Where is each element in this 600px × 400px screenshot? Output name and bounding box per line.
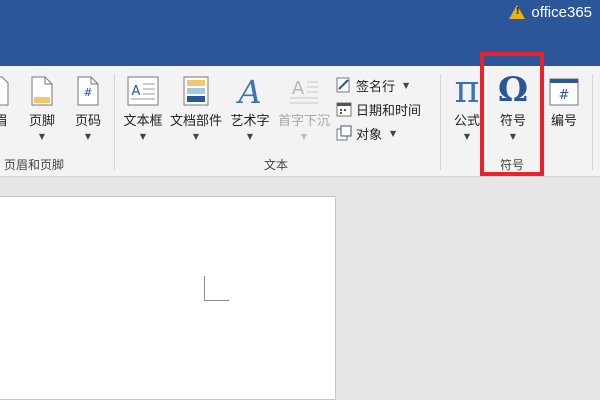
date-time-button[interactable]: 日期和时间	[336, 99, 421, 119]
svg-text:#: #	[83, 86, 92, 99]
svg-text:A: A	[235, 76, 261, 106]
signature-line-label: 签名行	[356, 79, 396, 95]
number-icon: #	[549, 78, 579, 106]
text-group-label: 文本	[264, 158, 289, 172]
brand-label: office365	[531, 3, 592, 21]
object-button[interactable]: 对象 ▼	[336, 123, 396, 143]
document-page[interactable]	[0, 196, 336, 400]
account-area[interactable]: office365	[509, 2, 592, 22]
svg-text:A: A	[132, 84, 141, 99]
object-icon	[336, 125, 352, 141]
number-button[interactable]: # 编号	[544, 78, 584, 129]
footer-icon	[31, 76, 53, 106]
group-separator	[440, 74, 441, 170]
quick-parts-button[interactable]: 文档部件 ▼	[168, 76, 224, 141]
group-separator	[592, 74, 593, 170]
quick-parts-label: 文档部件	[169, 114, 222, 129]
page-number-icon: #	[77, 76, 99, 106]
text-box-icon: A	[127, 76, 159, 106]
drop-cap-icon: A	[290, 78, 318, 104]
header-button[interactable]: 眉	[0, 76, 10, 129]
drop-cap-label: 首字下沉	[277, 114, 330, 129]
chevron-down-icon: ▼	[246, 132, 254, 141]
text-box-button[interactable]: A 文本框 ▼	[120, 76, 166, 141]
footer-label: 页脚	[28, 114, 55, 129]
highlight-box	[480, 52, 544, 176]
chevron-down-icon: ▼	[139, 132, 147, 141]
header-footer-group-label: 页眉和页脚	[4, 158, 65, 172]
chevron-down-icon: ▼	[390, 128, 397, 138]
chevron-down-icon: ▼	[84, 132, 92, 141]
svg-text:π: π	[455, 72, 480, 106]
chevron-down-icon: ▼	[403, 80, 410, 90]
header-label: 眉	[0, 114, 8, 129]
text-box-label: 文本框	[123, 114, 163, 129]
calendar-icon	[336, 102, 352, 117]
quick-parts-icon	[183, 76, 209, 106]
header-icon	[0, 76, 9, 106]
page-number-button[interactable]: # 页码 ▼	[70, 76, 106, 141]
svg-text:#: #	[559, 88, 570, 103]
footer-button[interactable]: 页脚 ▼	[24, 76, 60, 141]
margin-mark	[204, 300, 229, 301]
margin-mark	[204, 276, 205, 301]
wordart-icon: A	[235, 76, 261, 106]
object-label: 对象	[356, 127, 383, 143]
svg-text:A: A	[292, 78, 305, 99]
signature-line-icon	[336, 77, 350, 93]
drop-cap-button: A 首字下沉 ▼	[276, 76, 332, 141]
number-label: 编号	[550, 114, 577, 129]
chevron-down-icon: ▼	[192, 132, 200, 141]
wordart-button[interactable]: A 艺术字 ▼	[228, 76, 272, 141]
signature-line-button[interactable]: 签名行 ▼	[336, 75, 409, 95]
chevron-down-icon: ▼	[38, 132, 46, 141]
warning-icon	[509, 5, 526, 19]
wordart-label: 艺术字	[230, 114, 270, 129]
page-number-label: 页码	[74, 114, 101, 129]
chevron-down-icon: ▼	[300, 132, 308, 141]
date-time-label: 日期和时间	[356, 103, 422, 119]
group-separator	[114, 74, 115, 170]
